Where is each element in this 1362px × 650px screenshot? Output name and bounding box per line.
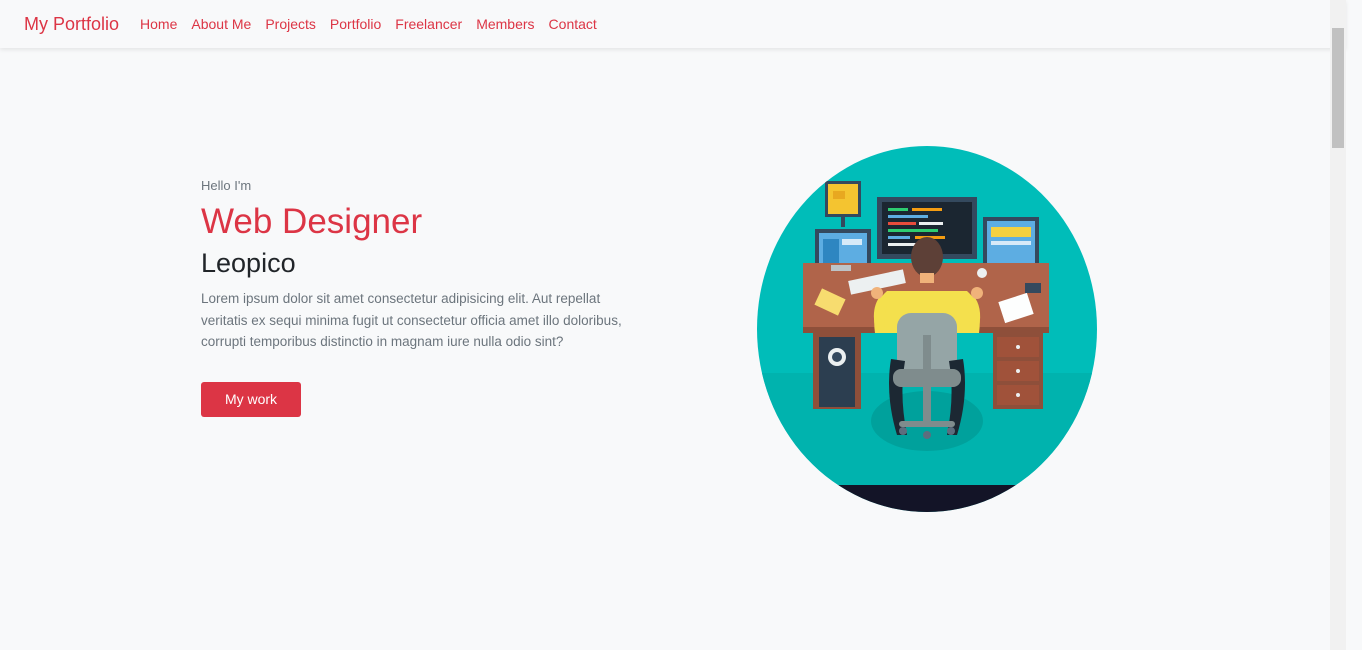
hero-description: Lorem ipsum dolor sit amet consectetur a…: [201, 291, 622, 349]
hero-greeting: Hello I'm: [201, 178, 252, 193]
vertical-scrollbar[interactable]: [1330, 0, 1346, 650]
developer-at-desk-illustration: [757, 146, 1097, 512]
page: My Portfolio Home About Me Projects Port…: [0, 0, 1346, 650]
navbar: My Portfolio Home About Me Projects Port…: [0, 0, 1346, 48]
hero-name: Leopico: [201, 248, 296, 278]
nav-link-portfolio[interactable]: Portfolio: [323, 16, 388, 32]
nav-link-home[interactable]: Home: [133, 16, 184, 32]
nav-link-projects[interactable]: Projects: [258, 16, 323, 32]
hero-text: Hello I'm Web Designer Leopico Lorem ips…: [201, 178, 626, 417]
nav-link-contact[interactable]: Contact: [542, 16, 604, 32]
my-work-button[interactable]: My work: [201, 381, 301, 417]
hero-role: Web Designer: [201, 202, 423, 241]
nav-links: Home About Me Projects Portfolio Freelan…: [133, 16, 604, 32]
nav-link-freelancer[interactable]: Freelancer: [388, 16, 469, 32]
scrollbar-thumb[interactable]: [1332, 28, 1344, 148]
nav-link-members[interactable]: Members: [469, 16, 541, 32]
brand-link[interactable]: My Portfolio: [24, 14, 119, 35]
nav-link-about-me[interactable]: About Me: [184, 16, 258, 32]
